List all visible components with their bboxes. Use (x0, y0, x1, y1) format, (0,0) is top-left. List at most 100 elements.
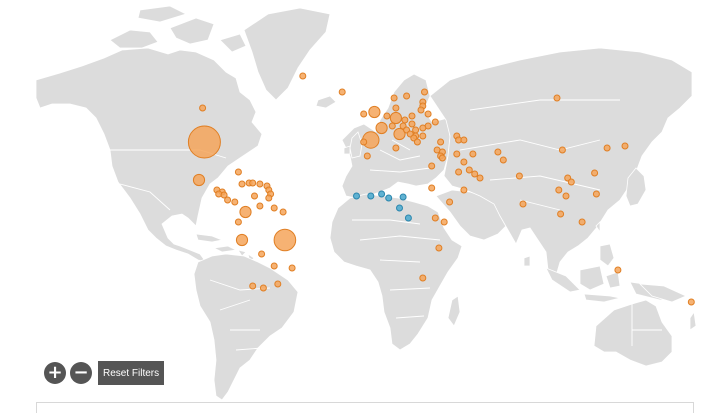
map-marker-25[interactable] (234, 218, 242, 226)
map-marker-38[interactable] (360, 138, 368, 146)
map-marker-28[interactable] (258, 250, 266, 258)
zoom-out-button[interactable]: − (70, 362, 92, 384)
map-marker-19[interactable] (265, 194, 273, 202)
map-marker-75[interactable] (363, 152, 371, 160)
map-marker-53[interactable] (401, 116, 409, 124)
map-marker-90[interactable] (431, 214, 439, 222)
map-marker-109[interactable] (367, 192, 375, 200)
map-marker-5[interactable] (234, 168, 242, 176)
map-marker-65[interactable] (437, 138, 445, 146)
world-map[interactable] (0, 0, 728, 409)
map-marker-87[interactable] (515, 172, 523, 180)
map-marker-46[interactable] (421, 88, 428, 96)
map-marker-92[interactable] (435, 244, 443, 252)
map-marker-20[interactable] (251, 192, 258, 200)
map-marker-23[interactable] (270, 204, 278, 212)
map-marker-94[interactable] (553, 94, 561, 102)
map-marker-81[interactable] (460, 158, 468, 166)
map-marker-36[interactable] (375, 121, 388, 135)
map-marker-64[interactable] (413, 138, 421, 146)
map-marker-27[interactable] (273, 228, 297, 252)
map-marker-24[interactable] (279, 208, 287, 216)
map-marker-32[interactable] (259, 284, 267, 292)
map-marker-111[interactable] (385, 194, 393, 202)
map-marker-69[interactable] (460, 136, 468, 144)
map-marker-50[interactable] (424, 110, 432, 118)
map-marker-54[interactable] (408, 120, 416, 128)
map-marker-14[interactable] (224, 196, 232, 204)
map-marker-105[interactable] (578, 218, 586, 226)
map-marker-79[interactable] (471, 170, 479, 178)
map-marker-112[interactable] (399, 193, 407, 201)
map-canvas[interactable] (0, 0, 728, 409)
map-marker-83[interactable] (460, 186, 468, 194)
map-marker-45[interactable] (403, 92, 411, 100)
map-marker-6[interactable] (238, 180, 246, 188)
map-marker-52[interactable] (431, 118, 439, 126)
map-marker-108[interactable] (353, 192, 360, 200)
map-marker-22[interactable] (239, 205, 252, 219)
south-america-landmass (193, 253, 299, 401)
map-marker-113[interactable] (396, 204, 403, 212)
map-marker-4[interactable] (192, 173, 206, 187)
map-marker-57[interactable] (419, 124, 427, 132)
map-marker-62[interactable] (419, 132, 427, 140)
map-marker-35[interactable] (368, 105, 381, 119)
map-marker-58[interactable] (412, 126, 420, 134)
map-marker-31[interactable] (249, 282, 257, 290)
map-marker-89[interactable] (446, 198, 454, 206)
map-marker-51[interactable] (408, 112, 416, 120)
map-marker-85[interactable] (494, 148, 502, 156)
map-marker-107[interactable] (687, 298, 695, 306)
map-marker-101[interactable] (555, 186, 563, 194)
philippines-landmass (595, 221, 615, 267)
map-marker-21[interactable] (256, 202, 264, 210)
map-marker-72[interactable] (438, 154, 446, 162)
map-marker-82[interactable] (476, 174, 484, 182)
map-marker-3[interactable] (187, 125, 221, 159)
map-marker-49[interactable] (417, 106, 425, 114)
map-marker-77[interactable] (428, 184, 436, 192)
map-marker-41[interactable] (388, 122, 396, 130)
map-marker-33[interactable] (274, 280, 282, 288)
map-marker-1[interactable] (338, 88, 346, 96)
asia-landmass (429, 47, 693, 277)
map-marker-114[interactable] (404, 214, 412, 222)
map-marker-74[interactable] (392, 144, 400, 152)
reset-filters-button[interactable]: Reset Filters (98, 361, 165, 385)
map-marker-100[interactable] (567, 178, 575, 186)
map-marker-95[interactable] (558, 146, 566, 154)
map-marker-106[interactable] (614, 266, 622, 274)
map-marker-76[interactable] (428, 162, 436, 170)
map-marker-40[interactable] (389, 111, 402, 125)
map-marker-80[interactable] (465, 166, 473, 174)
map-marker-73[interactable] (453, 150, 461, 158)
map-marker-93[interactable] (419, 274, 427, 282)
map-marker-102[interactable] (562, 192, 570, 200)
map-marker-9[interactable] (256, 180, 264, 188)
map-marker-43[interactable] (392, 104, 400, 112)
map-marker-15[interactable] (231, 198, 239, 206)
map-marker-97[interactable] (621, 142, 629, 150)
map-marker-104[interactable] (557, 210, 565, 218)
map-marker-84[interactable] (469, 150, 477, 158)
zoom-in-button[interactable]: + (44, 362, 66, 384)
map-marker-86[interactable] (499, 156, 507, 164)
map-marker-96[interactable] (603, 144, 611, 152)
map-marker-78[interactable] (455, 168, 463, 176)
map-marker-34[interactable] (360, 110, 368, 118)
madagascar-landmass (447, 295, 461, 327)
map-marker-44[interactable] (390, 94, 398, 102)
map-marker-110[interactable] (378, 190, 386, 198)
map-marker-0[interactable] (299, 72, 307, 80)
map-marker-88[interactable] (519, 200, 527, 208)
map-marker-98[interactable] (591, 169, 599, 177)
map-marker-91[interactable] (440, 218, 448, 226)
map-marker-2[interactable] (199, 104, 207, 112)
map-marker-29[interactable] (270, 262, 278, 270)
map-marker-30[interactable] (288, 264, 296, 272)
map-marker-103[interactable] (592, 190, 600, 198)
map-marker-8[interactable] (249, 179, 257, 187)
map-marker-26[interactable] (235, 233, 249, 247)
map-marker-39[interactable] (383, 112, 391, 120)
